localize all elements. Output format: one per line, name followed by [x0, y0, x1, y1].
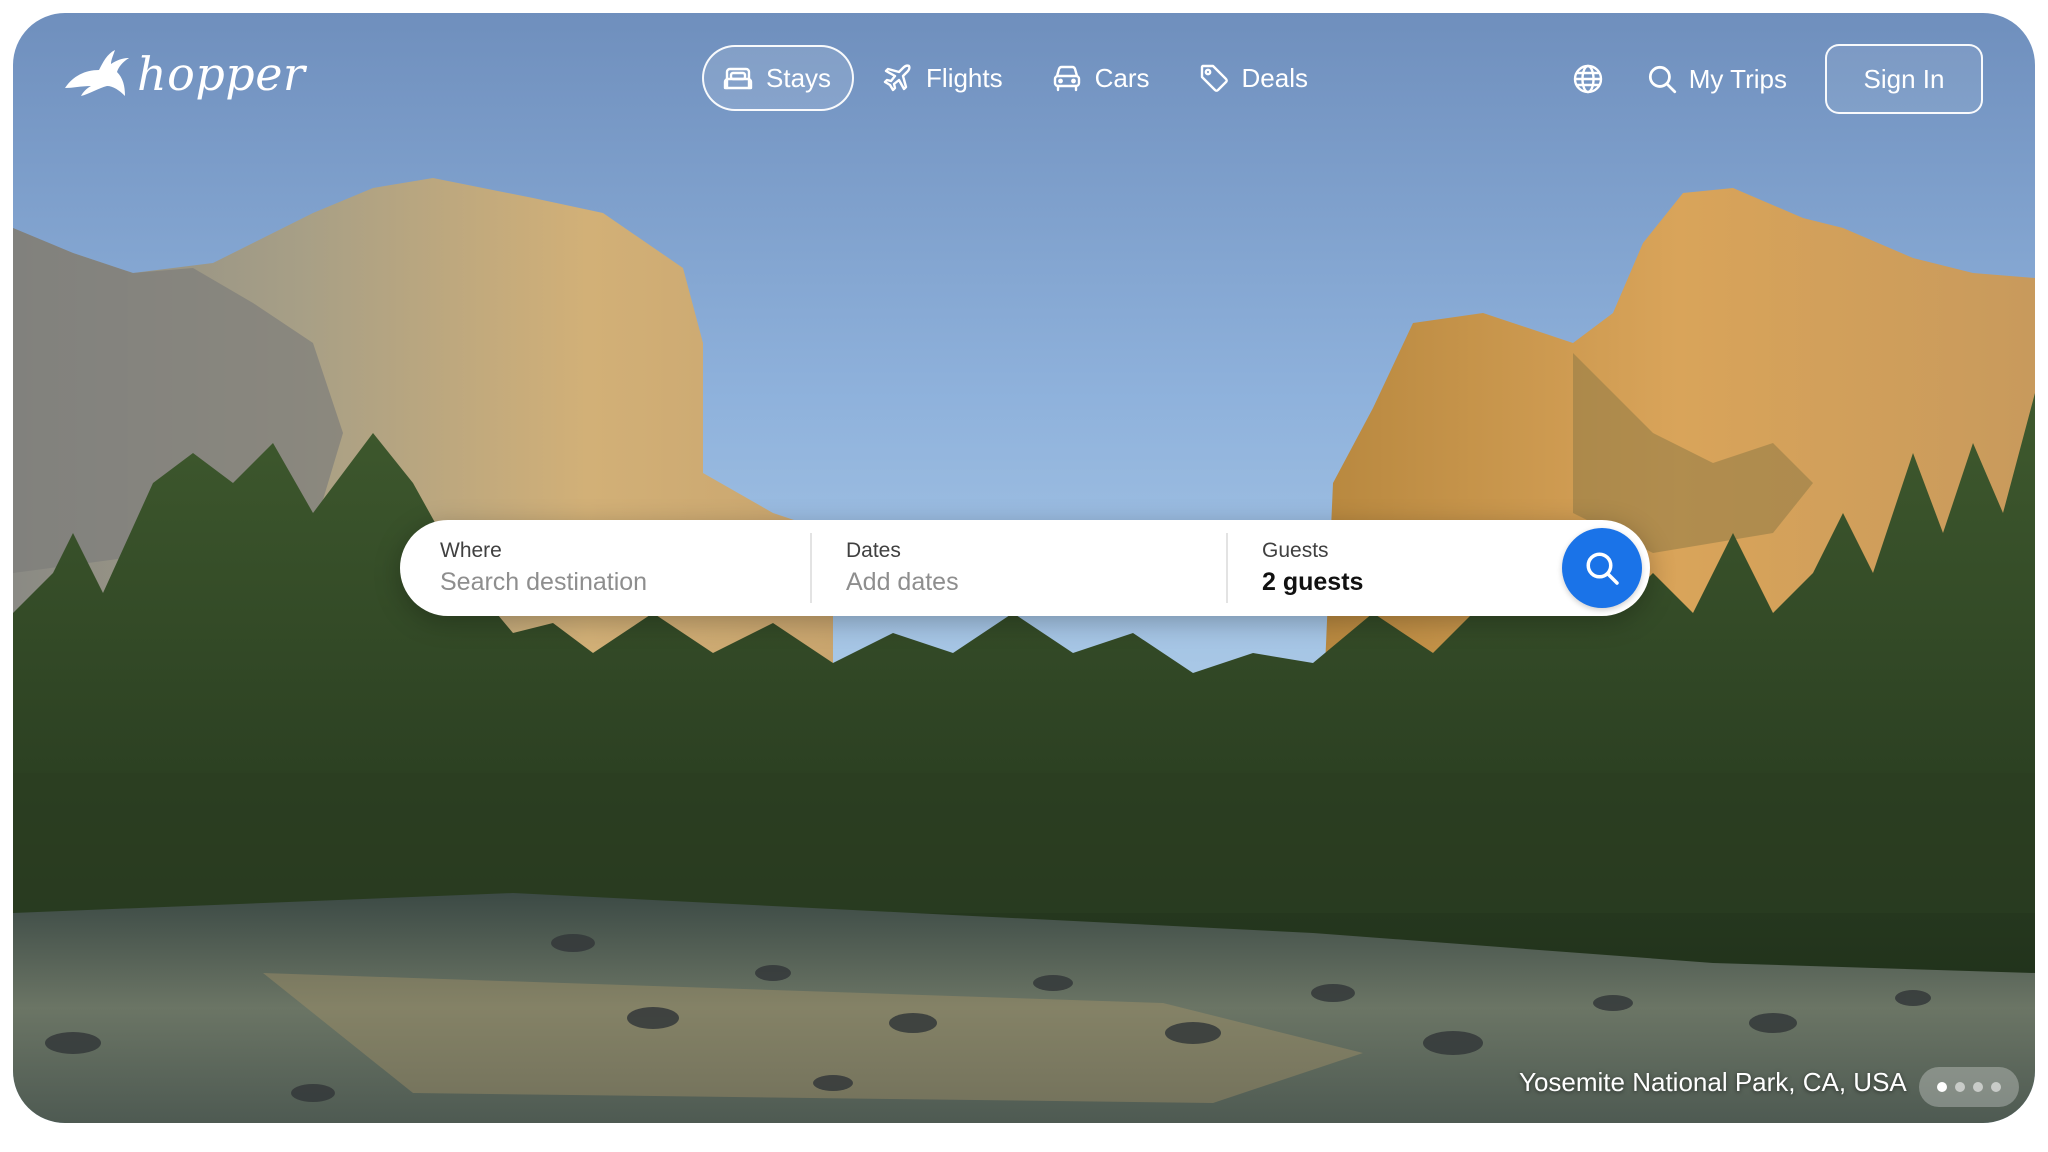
where-label: Where — [440, 539, 502, 562]
carousel-pager — [1919, 1067, 2019, 1107]
guests-label: Guests — [1262, 539, 1329, 562]
search-bar: Where Search destination Dates Add dates… — [400, 520, 1650, 616]
guests-field[interactable]: Guests 2 guests — [1228, 520, 1562, 616]
tab-flights-label: Flights — [926, 62, 1003, 93]
dates-label: Dates — [846, 539, 901, 562]
carousel-dot[interactable] — [1991, 1082, 2001, 1092]
photo-location-caption: Yosemite National Park, CA, USA — [1519, 1067, 1907, 1097]
guests-value: 2 guests — [1262, 568, 1364, 596]
carousel-dot[interactable] — [1973, 1082, 1983, 1092]
tab-flights[interactable]: Flights — [862, 45, 1023, 111]
sign-in-button[interactable]: Sign In — [1825, 44, 1983, 114]
tab-deals-label: Deals — [1241, 62, 1308, 93]
account-nav: My Trips Sign In — [1565, 43, 1983, 115]
tab-stays-label: Stays — [766, 62, 832, 93]
search-icon — [1586, 552, 1619, 585]
search-button[interactable] — [1562, 528, 1642, 608]
tag-icon — [1200, 64, 1228, 92]
product-tabs: Stays Flights Cars Deals — [702, 43, 1336, 113]
tab-cars-label: Cars — [1094, 62, 1150, 93]
carousel-dot[interactable] — [1955, 1082, 1965, 1092]
dates-field[interactable]: Dates Add dates — [812, 520, 1226, 616]
car-icon — [1053, 65, 1080, 92]
hopper-logo[interactable]: hopper — [63, 47, 305, 101]
tab-cars[interactable]: Cars — [1031, 45, 1170, 111]
my-trips-label: My Trips — [1688, 63, 1787, 94]
globe-icon — [1573, 64, 1602, 94]
language-button[interactable] — [1565, 56, 1611, 102]
where-field[interactable]: Where Search destination — [400, 520, 810, 616]
my-trips-link[interactable]: My Trips — [1645, 62, 1787, 96]
airplane-icon — [883, 64, 911, 92]
brand-name: hopper — [137, 47, 306, 101]
carousel-dot[interactable] — [1937, 1082, 1947, 1092]
tab-deals[interactable]: Deals — [1178, 45, 1328, 111]
bunny-logo-icon — [65, 50, 129, 96]
where-placeholder: Search destination — [440, 568, 648, 596]
hero-section: hopper Stays Flights Cars Deals My Trips… — [13, 13, 2035, 1123]
tab-stays[interactable]: Stays — [702, 45, 855, 111]
search-icon — [1648, 65, 1676, 94]
bed-icon — [723, 67, 753, 90]
dates-placeholder: Add dates — [846, 568, 959, 596]
